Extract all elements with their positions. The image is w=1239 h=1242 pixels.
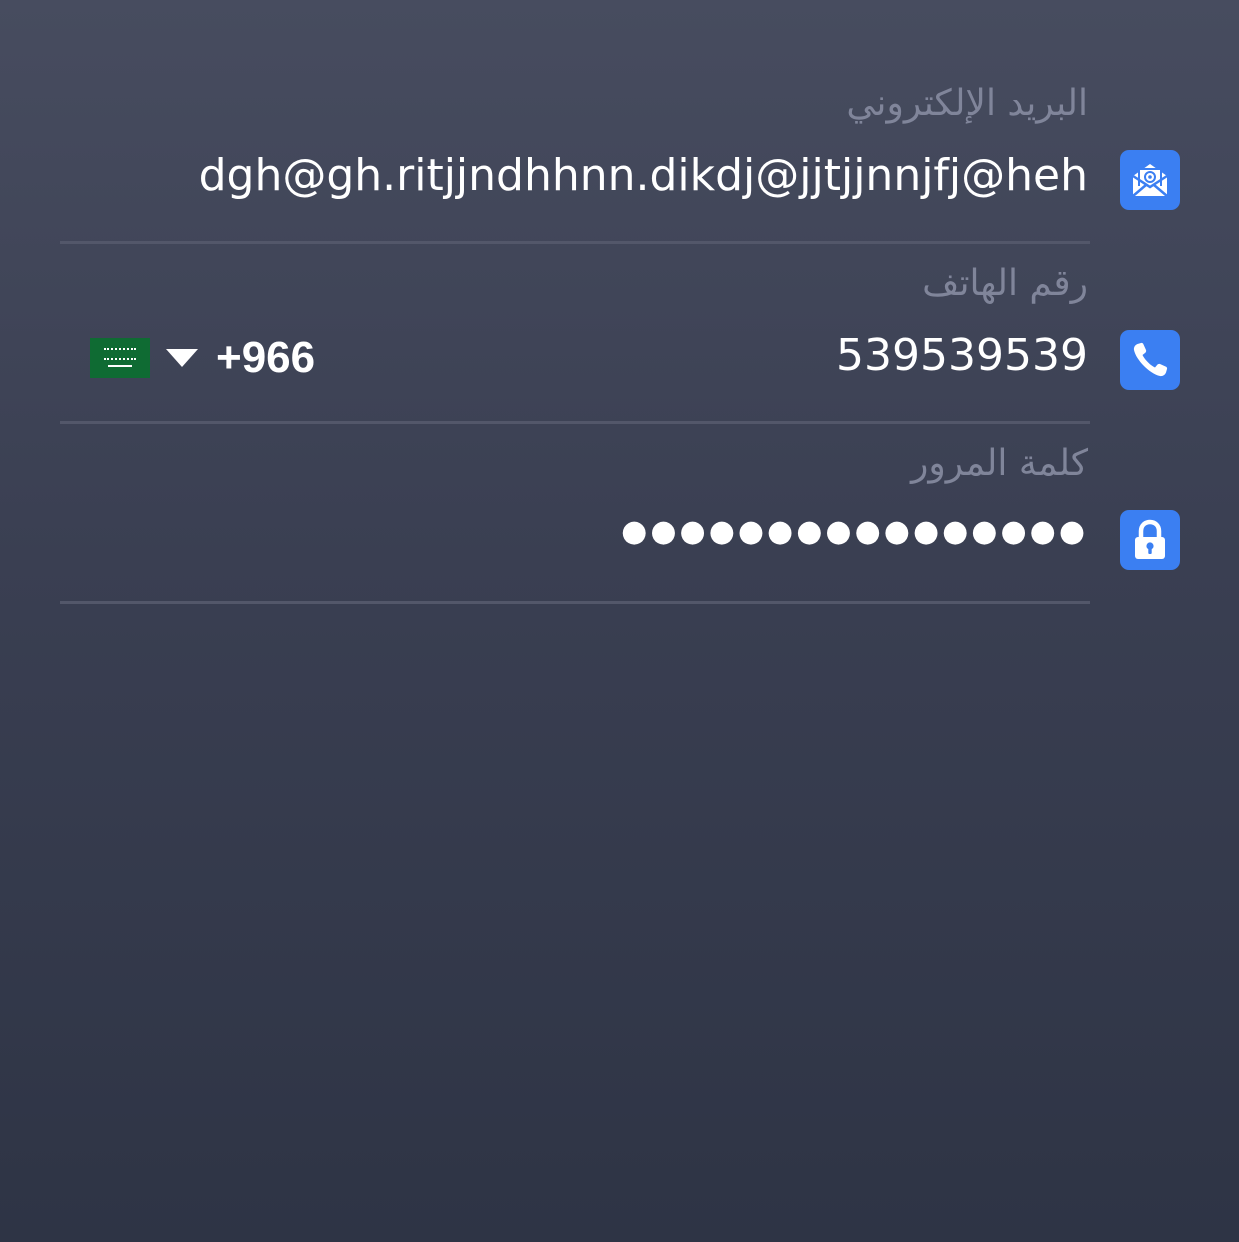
envelope-at-icon bbox=[1120, 150, 1180, 210]
email-input[interactable]: dgh@gh.ritjjndhhnn.dikdj@jjtjjnnjfj@heh bbox=[199, 150, 1088, 202]
phone-field-group: رقم الهاتف 539539539 +966 bbox=[60, 244, 1180, 424]
login-form: البريد الإلكتروني dgh@gh.ritjjndhhnn.dik… bbox=[0, 0, 1239, 1242]
phone-input[interactable]: 539539539 bbox=[836, 330, 1088, 382]
password-input[interactable]: ●●●●●●●●●●●●●●●● bbox=[621, 506, 1088, 558]
phone-label: رقم الهاتف bbox=[922, 263, 1088, 304]
country-dial-code: +966 bbox=[216, 333, 316, 382]
password-field-group: كلمة المرور ●●●●●●●●●●●●●●●● bbox=[60, 424, 1180, 604]
email-field-group: البريد الإلكتروني dgh@gh.ritjjndhhnn.dik… bbox=[60, 64, 1180, 244]
lock-icon bbox=[1120, 510, 1180, 570]
country-code-picker[interactable]: +966 bbox=[90, 332, 315, 384]
email-label: البريد الإلكتروني bbox=[846, 83, 1088, 124]
caret-down-icon bbox=[166, 349, 198, 367]
password-label: كلمة المرور bbox=[910, 443, 1088, 484]
phone-icon bbox=[1120, 330, 1180, 390]
password-divider bbox=[60, 601, 1090, 604]
saudi-arabia-flag-icon bbox=[90, 338, 150, 378]
